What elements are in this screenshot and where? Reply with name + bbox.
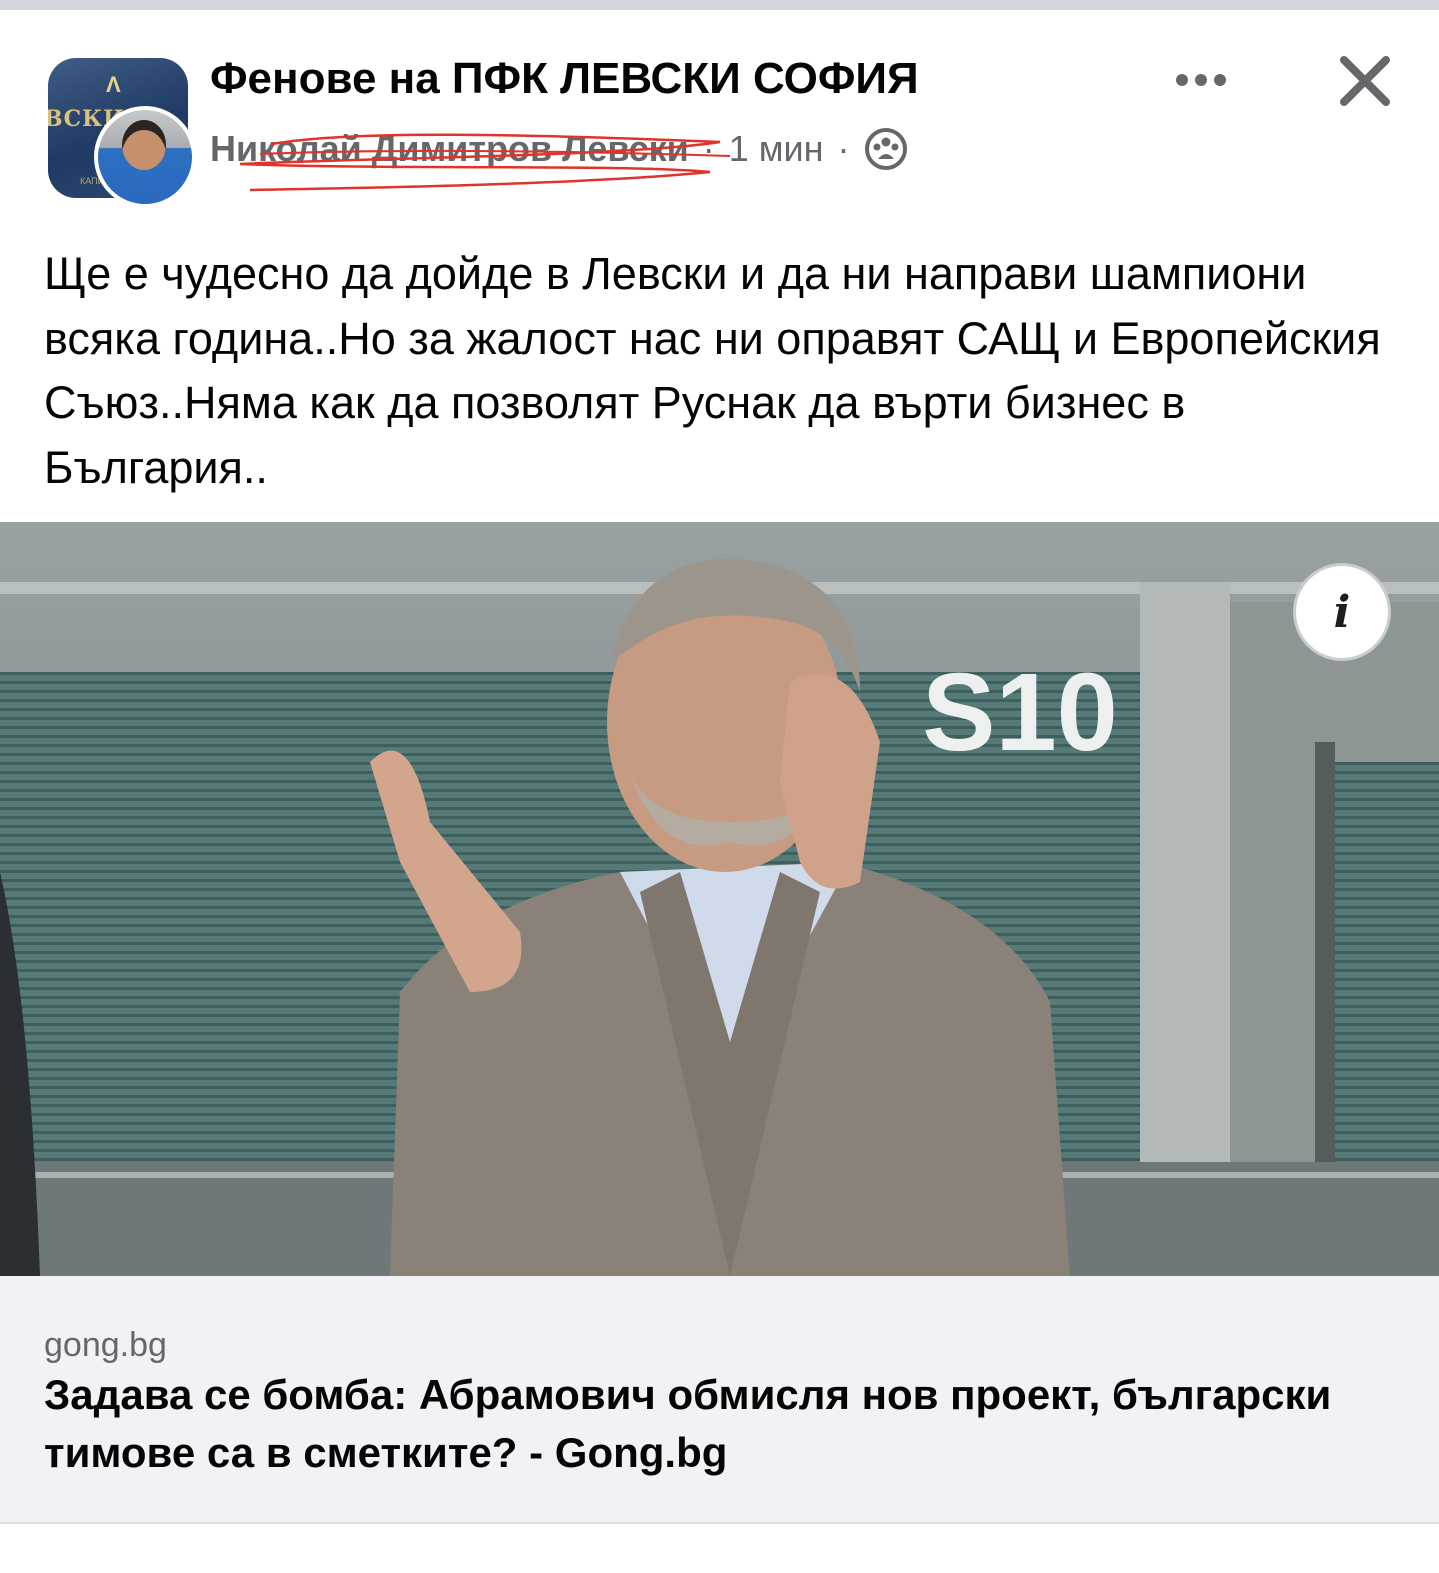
more-dots-icon [1176,74,1188,86]
group-name-link[interactable]: Фенове на ПФК ЛЕВСКИ СОФИЯ [210,54,919,104]
more-dots-icon [1195,74,1207,86]
author-name-link[interactable]: Николай Димитров Левски [210,128,689,170]
post-avatars[interactable]: Λ ВСКИ КАПИ [48,58,196,208]
group-avatar-crest: Λ [106,72,121,97]
post-meta: Николай Димитров Левски · 1 мин · [210,124,908,174]
author-avatar[interactable] [94,106,196,208]
more-dots-icon [1214,74,1226,86]
top-divider [0,0,1439,10]
author-face [122,120,166,170]
group-members-icon [864,127,908,171]
meta-separator: · [702,128,715,169]
more-options-button[interactable] [1166,60,1236,100]
close-icon[interactable] [1334,50,1396,112]
post-text: Ще е чудесно да дойде в Левски и да ни н… [44,248,1381,493]
post-timestamp[interactable]: 1 мин [729,128,824,170]
stadium-box-sign: S10 [922,651,1118,774]
link-domain: gong.bg [44,1326,167,1364]
link-title[interactable]: Задава се бомба: Абрамович обмисля нов п… [44,1366,1404,1482]
link-preview-image[interactable]: S10 [0,522,1439,1276]
info-icon[interactable]: i [1296,566,1388,658]
meta-separator: · [837,128,850,169]
